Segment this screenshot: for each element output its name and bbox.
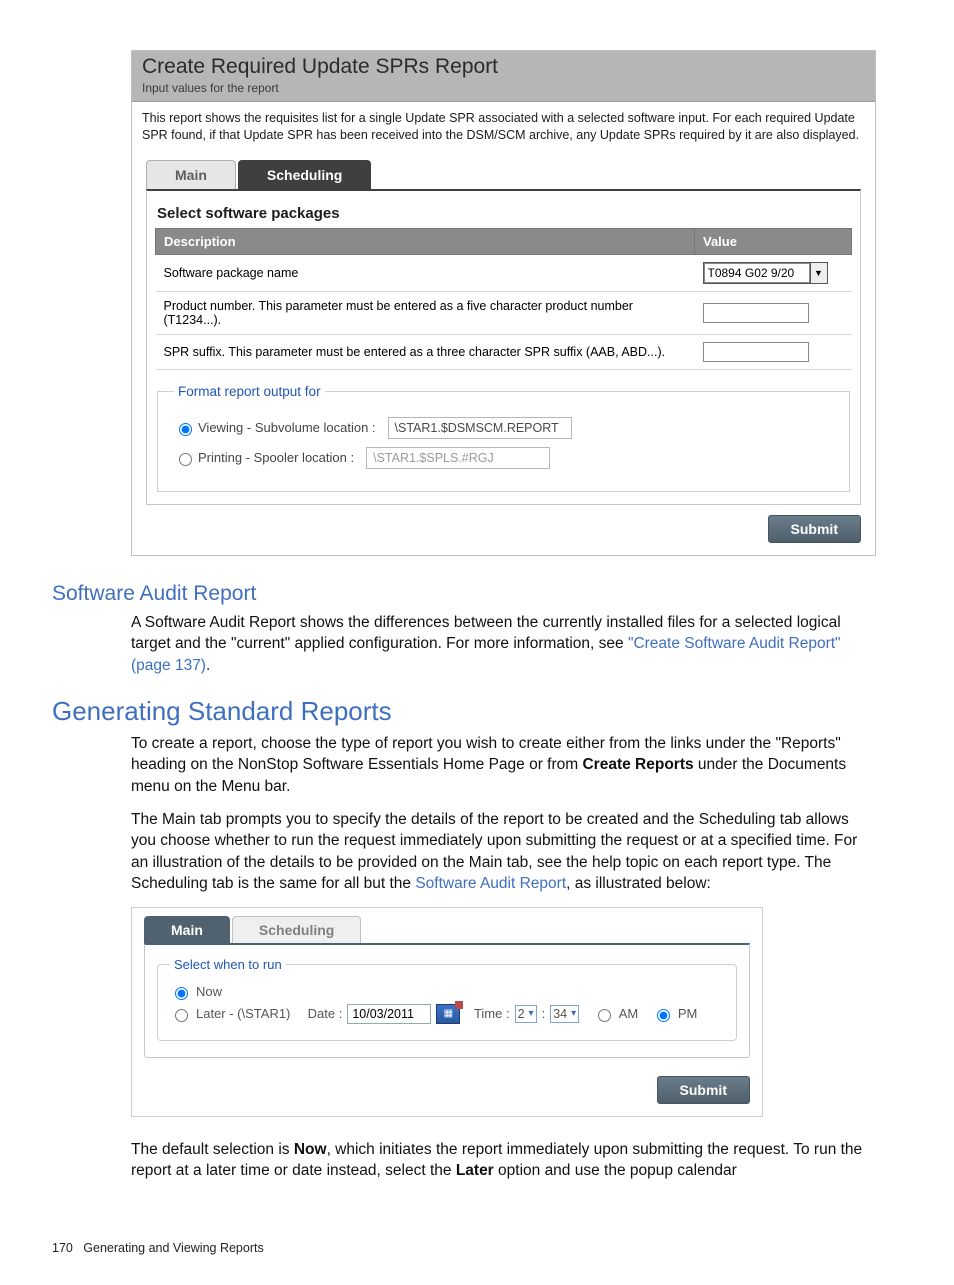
package-name-combo[interactable]: ▼	[703, 262, 828, 284]
when-legend: Select when to run	[170, 957, 286, 972]
footer-section: Generating and Viewing Reports	[83, 1241, 263, 1255]
product-number-input[interactable]	[703, 303, 809, 323]
spr-suffix-input[interactable]	[703, 342, 809, 362]
bold-text: Now	[294, 1141, 327, 1158]
when-fieldset: Select when to run Now Later - (\STAR1) …	[157, 957, 737, 1041]
hour-value: 2	[518, 1007, 525, 1021]
pm-label: PM	[678, 1006, 698, 1021]
software-audit-paragraph: A Software Audit Report shows the differ…	[131, 612, 876, 676]
panel-subtitle: Input values for the report	[142, 81, 865, 95]
tab-scheduling[interactable]: Scheduling	[232, 916, 361, 943]
viewing-label: Viewing - Subvolume location :	[198, 420, 376, 435]
gsr-paragraph-2: The Main tab prompts you to specify the …	[131, 809, 876, 895]
am-label: AM	[619, 1006, 639, 1021]
panel-title: Create Required Update SPRs Report	[142, 55, 865, 79]
hour-select[interactable]: 2▾	[515, 1005, 537, 1023]
gsr-paragraph-1: To create a report, choose the type of r…	[131, 733, 876, 797]
date-input[interactable]	[347, 1004, 431, 1024]
printing-path[interactable]: \STAR1.$SPLS.#RGJ	[366, 447, 550, 469]
viewing-path[interactable]: \STAR1.$DSMSCM.REPORT	[388, 417, 572, 439]
scheduling-panel: Main Scheduling Select when to run Now L…	[131, 907, 763, 1117]
tab-bar: Main Scheduling	[144, 908, 762, 943]
chevron-down-icon: ▾	[529, 1008, 534, 1019]
desc-cell: SPR suffix. This parameter must be enter…	[156, 334, 695, 369]
chevron-down-icon[interactable]: ▼	[810, 263, 827, 283]
section-title: Select software packages	[157, 205, 850, 222]
packages-table: Description Value Software package name …	[155, 228, 852, 370]
chevron-down-icon: ▾	[571, 1008, 576, 1019]
radio-printing[interactable]	[179, 453, 192, 466]
radio-later[interactable]	[175, 1009, 188, 1022]
tab-main[interactable]: Main	[144, 916, 230, 943]
tab-scheduling[interactable]: Scheduling	[238, 160, 371, 189]
bold-text: Create Reports	[582, 756, 693, 773]
panel-intro: This report shows the requisites list fo…	[132, 102, 875, 154]
radio-pm[interactable]	[657, 1009, 670, 1022]
col-description: Description	[156, 228, 695, 254]
text: .	[206, 657, 210, 674]
radio-viewing[interactable]	[179, 423, 192, 436]
tab-content: Select software packages Description Val…	[146, 189, 861, 505]
generating-reports-heading: Generating Standard Reports	[52, 696, 876, 727]
bold-text: Later	[456, 1162, 494, 1179]
text: The default selection is	[131, 1141, 294, 1158]
submit-button[interactable]: Submit	[657, 1076, 750, 1104]
time-label: Time :	[474, 1006, 510, 1021]
radio-now[interactable]	[175, 987, 188, 1000]
table-row: Product number. This parameter must be e…	[156, 291, 852, 334]
radio-am[interactable]	[598, 1009, 611, 1022]
tab-main[interactable]: Main	[146, 160, 236, 189]
table-row: SPR suffix. This parameter must be enter…	[156, 334, 852, 369]
create-sprs-report-panel: Create Required Update SPRs Report Input…	[131, 50, 876, 556]
minute-value: 34	[553, 1007, 567, 1021]
printing-label: Printing - Spooler location :	[198, 450, 354, 465]
tab-bar: Main Scheduling	[146, 160, 861, 189]
text: option and use the popup calendar	[494, 1162, 737, 1179]
later-label: Later - (\STAR1)	[196, 1006, 290, 1021]
submit-button[interactable]: Submit	[768, 515, 861, 543]
minute-select[interactable]: 34 ▾	[550, 1005, 579, 1023]
software-audit-heading: Software Audit Report	[52, 582, 876, 606]
page-footer: 170 Generating and Viewing Reports	[52, 1241, 876, 1255]
colon: :	[542, 1006, 546, 1021]
text: , as illustrated below:	[566, 875, 711, 892]
now-label: Now	[196, 984, 222, 999]
tab-content: Select when to run Now Later - (\STAR1) …	[144, 943, 750, 1058]
desc-cell: Software package name	[156, 254, 695, 291]
calendar-icon[interactable]: ▦	[436, 1004, 460, 1024]
panel-header: Create Required Update SPRs Report Input…	[132, 51, 875, 102]
sar-link[interactable]: Software Audit Report	[415, 875, 566, 892]
fieldset-legend: Format report output for	[174, 384, 325, 399]
table-row: Software package name ▼	[156, 254, 852, 291]
page-number: 170	[52, 1241, 73, 1255]
format-output-fieldset: Format report output for Viewing - Subvo…	[157, 384, 850, 492]
col-value: Value	[695, 228, 852, 254]
desc-cell: Product number. This parameter must be e…	[156, 291, 695, 334]
date-label: Date :	[308, 1006, 343, 1021]
package-name-input[interactable]	[704, 263, 810, 283]
after-paragraph: The default selection is Now, which init…	[131, 1139, 876, 1182]
